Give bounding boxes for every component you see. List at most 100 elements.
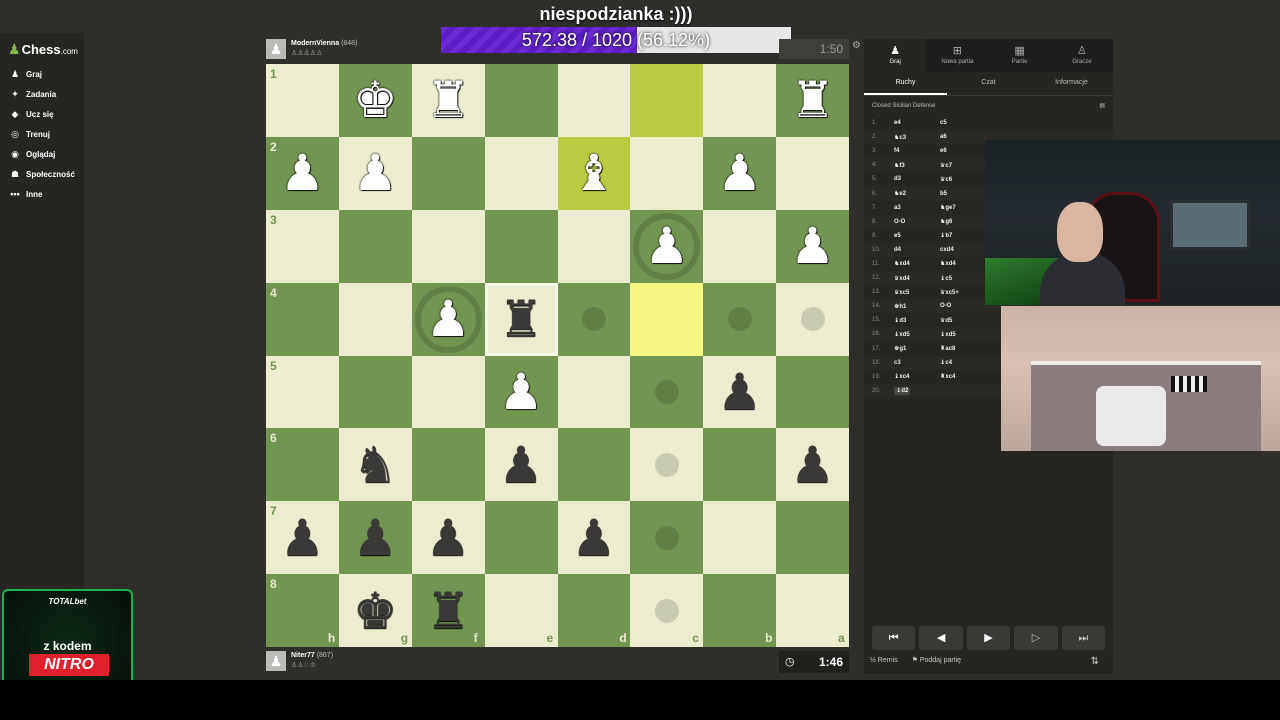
square-f5[interactable] xyxy=(411,355,485,429)
square-a2[interactable] xyxy=(776,136,850,210)
sidebar-item-2[interactable]: ◆ Ucz się xyxy=(0,104,84,124)
black-move[interactable]: ♝c5 xyxy=(940,275,990,282)
white-pawn-icon[interactable]: ♟ xyxy=(485,356,558,429)
black-move[interactable]: ♝b7 xyxy=(940,232,990,239)
square-f6[interactable] xyxy=(411,428,485,502)
square-e1[interactable] xyxy=(484,64,558,137)
square-b4[interactable] xyxy=(703,282,777,356)
square-e3[interactable] xyxy=(484,209,558,283)
previous-move-icon[interactable]: ◀ xyxy=(919,626,963,650)
square-f2[interactable] xyxy=(411,136,485,210)
white-rook-icon[interactable]: ♜ xyxy=(412,64,485,137)
square-d3[interactable] xyxy=(557,209,631,283)
white-king-icon[interactable]: ♚ xyxy=(339,64,412,137)
square-d6[interactable] xyxy=(557,428,631,502)
next-move-icon[interactable]: ▷ xyxy=(1014,626,1058,650)
white-move[interactable]: ♚g1 xyxy=(894,345,940,352)
black-move[interactable]: b5 xyxy=(940,191,990,197)
square-c7[interactable] xyxy=(630,501,704,575)
square-b1[interactable] xyxy=(703,64,777,137)
square-a5[interactable] xyxy=(776,355,850,429)
bottom-player-name[interactable]: Niter77 (867) xyxy=(291,652,333,659)
trash-icon[interactable]: ▤ xyxy=(1099,96,1105,116)
white-move[interactable]: ♛xc5 xyxy=(894,289,940,296)
square-g5[interactable] xyxy=(338,355,412,429)
black-pawn-icon[interactable]: ♟ xyxy=(266,501,339,574)
flip-board-icon[interactable]: ⇅ xyxy=(1091,656,1099,667)
black-move[interactable]: ♛c6 xyxy=(940,176,990,183)
chesscom-logo[interactable]: ♟ Chess .com xyxy=(0,33,84,64)
move-hint-dot[interactable] xyxy=(727,307,752,332)
play-icon[interactable]: ▶ xyxy=(966,626,1011,650)
subtab-0[interactable]: Ruchy xyxy=(864,72,947,95)
square-g4[interactable] xyxy=(338,282,412,356)
white-move[interactable]: e4 xyxy=(894,120,940,126)
black-move[interactable]: cxd4 xyxy=(940,247,990,253)
black-move[interactable]: ♝c4 xyxy=(940,359,990,366)
first-move-icon[interactable]: ⏮ xyxy=(872,626,916,650)
black-move[interactable]: O-O xyxy=(940,303,990,309)
black-rook-icon[interactable]: ♜ xyxy=(485,283,558,356)
square-c2[interactable] xyxy=(630,136,704,210)
white-move[interactable]: f4 xyxy=(894,148,940,154)
white-move[interactable]: ♞e2 xyxy=(894,190,940,197)
top-player-name[interactable]: ModernVienna (848) xyxy=(291,40,357,47)
square-g3[interactable] xyxy=(338,209,412,283)
black-move[interactable]: a6 xyxy=(940,134,990,140)
white-move[interactable]: ♞f3 xyxy=(894,162,940,169)
white-move[interactable]: ♞c3 xyxy=(894,134,940,141)
move-hint-dot[interactable] xyxy=(654,452,679,477)
black-pawn-icon[interactable]: ♟ xyxy=(703,356,776,429)
white-move[interactable]: O-O xyxy=(894,219,940,225)
tab-2[interactable]: ▦ Partie xyxy=(989,39,1051,72)
sidebar-item-3[interactable]: ◎ Trenuj xyxy=(0,124,84,144)
move-hint-dot[interactable] xyxy=(654,380,679,404)
white-move[interactable]: d4 xyxy=(894,247,940,253)
white-move[interactable]: ♝xd5 xyxy=(894,331,940,338)
white-move[interactable]: ♚h1 xyxy=(894,303,940,310)
black-pawn-icon[interactable]: ♟ xyxy=(339,501,412,574)
tab-3[interactable]: ♙ Gracze xyxy=(1051,39,1113,72)
avatar[interactable]: ♟ xyxy=(266,651,286,671)
move-hint-dot[interactable] xyxy=(582,307,606,332)
sidebar-item-5[interactable]: ☗ Społeczność xyxy=(0,164,84,184)
black-rook-icon[interactable]: ♜ xyxy=(412,574,485,647)
black-move[interactable]: ♜xc4 xyxy=(940,373,990,380)
last-move-icon[interactable]: ⏭ xyxy=(1061,626,1106,650)
white-rook-icon[interactable]: ♜ xyxy=(776,64,849,137)
square-f3[interactable] xyxy=(411,209,485,283)
square-a4[interactable] xyxy=(776,282,850,356)
black-move[interactable]: ♛c7 xyxy=(940,162,990,169)
black-move[interactable]: e6 xyxy=(940,148,990,154)
white-move[interactable]: ♛xd4 xyxy=(894,275,940,282)
tab-0[interactable]: ♟ Graj xyxy=(864,39,927,72)
gear-icon[interactable]: ⚙ xyxy=(852,40,861,51)
square-b6[interactable] xyxy=(703,428,777,502)
square-c1[interactable] xyxy=(630,64,704,137)
black-pawn-icon[interactable]: ♟ xyxy=(412,501,485,574)
black-move[interactable]: ♞xd4 xyxy=(940,260,990,267)
white-bishop-icon[interactable]: ♝ xyxy=(558,137,631,210)
white-move[interactable]: ♝d3 xyxy=(894,317,940,324)
player-name[interactable]: ModernVienna xyxy=(291,40,339,47)
player-name[interactable]: Niter77 xyxy=(291,652,315,659)
tab-1[interactable]: ⊞ Nowa partia xyxy=(926,39,988,72)
sidebar-item-6[interactable]: ••• Inne xyxy=(0,184,84,204)
white-move[interactable]: ♝xc4 xyxy=(894,373,940,380)
sidebar-item-0[interactable]: ♟ Graj xyxy=(0,64,84,84)
chess-board[interactable]: 1 2 3 4 5 6 7 8 h g f e d c b a ♚ ♜ ♜ ♟ ♟ ♝ ♟ ♟ ♟ ♟ ♜ ♟ ♟ ♞ ♟ ♟ ♟ ♟ ♟ ♟ ♚ ♜ xyxy=(266,64,850,648)
square-e2[interactable] xyxy=(484,136,558,210)
black-move[interactable]: ♛d5 xyxy=(940,317,990,324)
white-move[interactable]: e5 xyxy=(894,233,940,239)
draw-button[interactable]: ½ Remis xyxy=(870,657,904,664)
white-pawn-icon[interactable]: ♟ xyxy=(776,210,849,283)
sidebar-item-4[interactable]: ◉ Oglądaj xyxy=(0,144,84,164)
black-move[interactable]: ♜ac8 xyxy=(940,345,990,352)
white-pawn-icon[interactable]: ♟ xyxy=(412,283,485,356)
black-pawn-icon[interactable]: ♟ xyxy=(558,501,631,574)
subtab-2[interactable]: Informacje xyxy=(1030,72,1113,95)
white-move[interactable]: ♝d2 xyxy=(894,387,940,396)
square-b7[interactable] xyxy=(703,501,777,575)
white-pawn-icon[interactable]: ♟ xyxy=(703,137,776,210)
black-move[interactable]: ♞g6 xyxy=(940,218,990,225)
